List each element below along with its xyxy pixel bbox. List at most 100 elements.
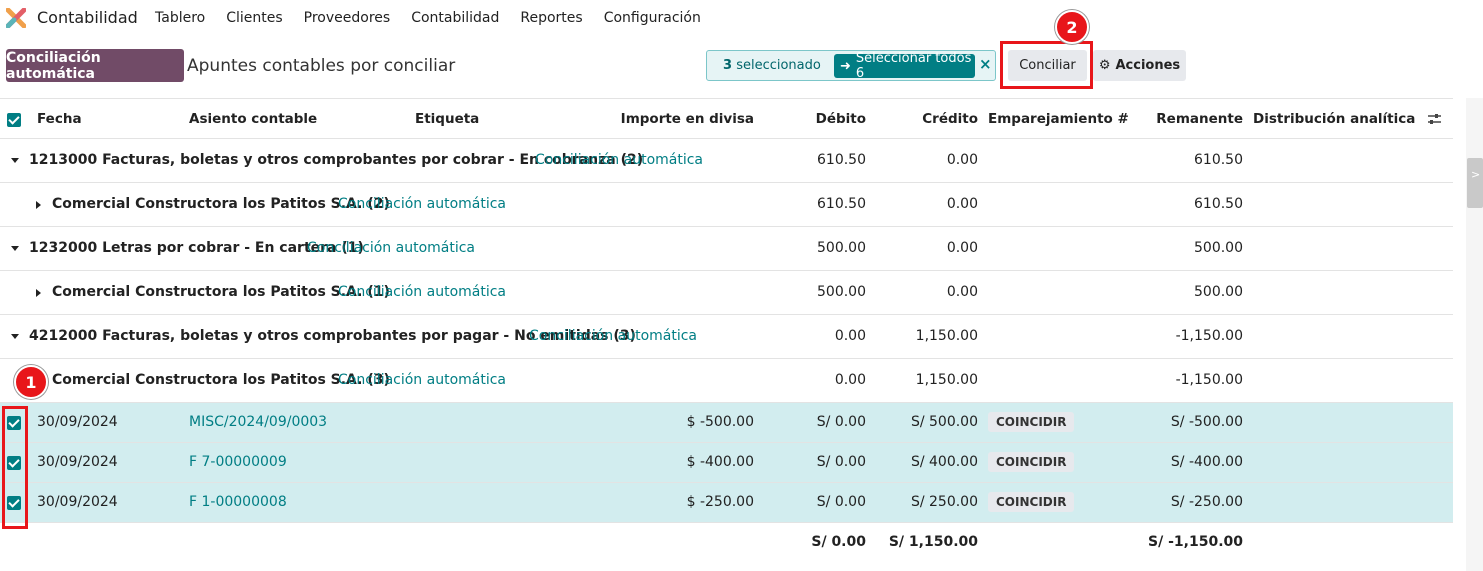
group-auto-reconcile-link[interactable]: Conciliación automática <box>535 152 703 168</box>
row-asiento-link[interactable]: MISC/2024/09/0003 <box>189 414 327 430</box>
row-debito: S/ 0.00 <box>816 454 866 470</box>
menu-item-reportes[interactable]: Reportes <box>520 10 582 26</box>
group-row[interactable]: 1232000 Letras por cobrar - En cartera (… <box>0 227 1453 271</box>
match-button[interactable]: COINCIDIR <box>988 452 1075 472</box>
group-remanente: 610.50 <box>1194 152 1243 168</box>
group-credito: 0.00 <box>946 240 978 256</box>
header-asiento[interactable]: Asiento contable <box>189 111 317 127</box>
header-emparejamiento[interactable]: Emparejamiento # <box>988 111 1129 127</box>
row-fecha: 30/09/2024 <box>37 494 118 510</box>
totals-row: S/ 0.00 S/ 1,150.00 S/ -1,150.00 <box>0 523 1453 563</box>
total-debito: S/ 0.00 <box>811 534 866 550</box>
row-remanente: S/ -250.00 <box>1170 494 1243 510</box>
menu-item-contabilidad[interactable]: Contabilidad <box>411 10 499 26</box>
row-remanente: S/ -400.00 <box>1170 454 1243 470</box>
caret-right-icon <box>36 201 41 209</box>
group-debito: 610.50 <box>817 152 866 168</box>
row-asiento-link[interactable]: F 1-00000008 <box>189 494 287 510</box>
actions-button[interactable]: ⚙ Acciones <box>1093 50 1186 81</box>
group-debito: 0.00 <box>834 328 866 344</box>
group-row[interactable]: 4212000 Facturas, boletas y otros compro… <box>0 315 1453 359</box>
selection-box: 3 seleccionado ➜ Seleccionar todos 6 × <box>706 50 996 81</box>
subgroup-auto-reconcile-link[interactable]: Conciliación automática <box>338 196 506 212</box>
row-remanente: S/ -500.00 <box>1170 414 1243 430</box>
subgroup-auto-reconcile-link[interactable]: Conciliación automática <box>338 284 506 300</box>
column-settings-icon[interactable] <box>1427 112 1442 126</box>
row-credito: S/ 500.00 <box>910 414 978 430</box>
group-row[interactable]: 1213000 Facturas, boletas y otros compro… <box>0 139 1453 183</box>
row-importe: $ -400.00 <box>686 454 754 470</box>
page-title: Apuntes contables por conciliar <box>187 56 456 76</box>
header-credito[interactable]: Crédito <box>922 111 978 127</box>
subgroup-debito: 610.50 <box>817 196 866 212</box>
header-importe[interactable]: Importe en divisa <box>621 111 754 127</box>
header-remanente[interactable]: Remanente <box>1156 111 1243 127</box>
subgroup-remanente: -1,150.00 <box>1175 372 1243 388</box>
table-row[interactable]: 30/09/2024 F 1-00000008 $ -250.00 S/ 0.0… <box>0 483 1453 523</box>
group-credito: 0.00 <box>946 152 978 168</box>
annotation-marker-1: 1 <box>14 365 48 399</box>
row-debito: S/ 0.00 <box>816 414 866 430</box>
sidebar-toggle-tab[interactable] <box>1467 158 1483 208</box>
highlight-box-conciliar <box>1000 41 1093 89</box>
caret-down-icon <box>11 158 19 163</box>
top-navbar: Contabilidad Tablero Clientes Proveedore… <box>0 0 1483 36</box>
row-debito: S/ 0.00 <box>816 494 866 510</box>
subgroup-row[interactable]: Comercial Constructora los Patitos S.A. … <box>0 183 1453 227</box>
row-importe: $ -250.00 <box>686 494 754 510</box>
group-auto-reconcile-link[interactable]: Conciliación automática <box>307 240 475 256</box>
clear-selection-icon[interactable]: × <box>979 55 992 73</box>
subgroup-remanente: 610.50 <box>1194 196 1243 212</box>
main-menu: Tablero Clientes Proveedores Contabilida… <box>155 10 722 26</box>
menu-item-tablero[interactable]: Tablero <box>155 10 205 26</box>
header-debito[interactable]: Débito <box>816 111 866 127</box>
row-asiento-link[interactable]: F 7-00000009 <box>189 454 287 470</box>
menu-item-proveedores[interactable]: Proveedores <box>304 10 391 26</box>
select-all-checkbox[interactable] <box>7 113 21 127</box>
row-importe: $ -500.00 <box>686 414 754 430</box>
match-button[interactable]: COINCIDIR <box>988 492 1075 512</box>
subgroup-debito: 500.00 <box>817 284 866 300</box>
match-button[interactable]: COINCIDIR <box>988 412 1075 432</box>
sidebar-toggle-label[interactable]: > <box>1471 168 1480 181</box>
subgroup-remanente: 500.00 <box>1194 284 1243 300</box>
group-remanente: -1,150.00 <box>1175 328 1243 344</box>
gear-icon: ⚙ <box>1098 58 1111 73</box>
row-fecha: 30/09/2024 <box>37 414 118 430</box>
header-etiqueta[interactable]: Etiqueta <box>415 111 479 127</box>
subgroup-credito: 1,150.00 <box>915 372 978 388</box>
table-header: Fecha Asiento contable Etiqueta Importe … <box>0 98 1453 139</box>
subgroup-row[interactable]: Comercial Constructora los Patitos S.A. … <box>0 271 1453 315</box>
subgroup-auto-reconcile-link[interactable]: Conciliación automática <box>338 372 506 388</box>
select-all-button[interactable]: ➜ Seleccionar todos 6 <box>834 51 975 81</box>
total-remanente: S/ -1,150.00 <box>1148 534 1243 550</box>
selection-count: 3 seleccionado <box>723 58 821 73</box>
row-credito: S/ 250.00 <box>910 494 978 510</box>
subgroup-credito: 0.00 <box>946 196 978 212</box>
table-row[interactable]: 30/09/2024 F 7-00000009 $ -400.00 S/ 0.0… <box>0 443 1453 483</box>
menu-item-configuracion[interactable]: Configuración <box>604 10 701 26</box>
caret-down-icon <box>11 334 19 339</box>
auto-reconcile-button[interactable]: Conciliación automática <box>6 49 184 82</box>
caret-right-icon <box>36 289 41 297</box>
menu-item-clientes[interactable]: Clientes <box>226 10 282 26</box>
group-credito: 1,150.00 <box>915 328 978 344</box>
subgroup-row[interactable]: Comercial Constructora los Patitos S.A. … <box>0 359 1453 403</box>
caret-down-icon <box>11 246 19 251</box>
table-row[interactable]: 30/09/2024 MISC/2024/09/0003 $ -500.00 S… <box>0 403 1453 443</box>
highlight-box-checkboxes <box>2 406 28 529</box>
row-credito: S/ 400.00 <box>910 454 978 470</box>
annotation-marker-2: 2 <box>1055 10 1089 44</box>
subgroup-debito: 0.00 <box>834 372 866 388</box>
app-title[interactable]: Contabilidad <box>37 8 138 27</box>
row-fecha: 30/09/2024 <box>37 454 118 470</box>
group-remanente: 500.00 <box>1194 240 1243 256</box>
odoo-accounting-logo-icon[interactable] <box>6 8 26 28</box>
header-fecha[interactable]: Fecha <box>37 111 82 127</box>
subgroup-credito: 0.00 <box>946 284 978 300</box>
group-auto-reconcile-link[interactable]: Conciliación automática <box>529 328 697 344</box>
total-credito: S/ 1,150.00 <box>888 534 978 550</box>
header-analitica[interactable]: Distribución analítica <box>1253 111 1415 127</box>
group-debito: 500.00 <box>817 240 866 256</box>
arrow-right-icon: ➜ <box>840 58 851 74</box>
